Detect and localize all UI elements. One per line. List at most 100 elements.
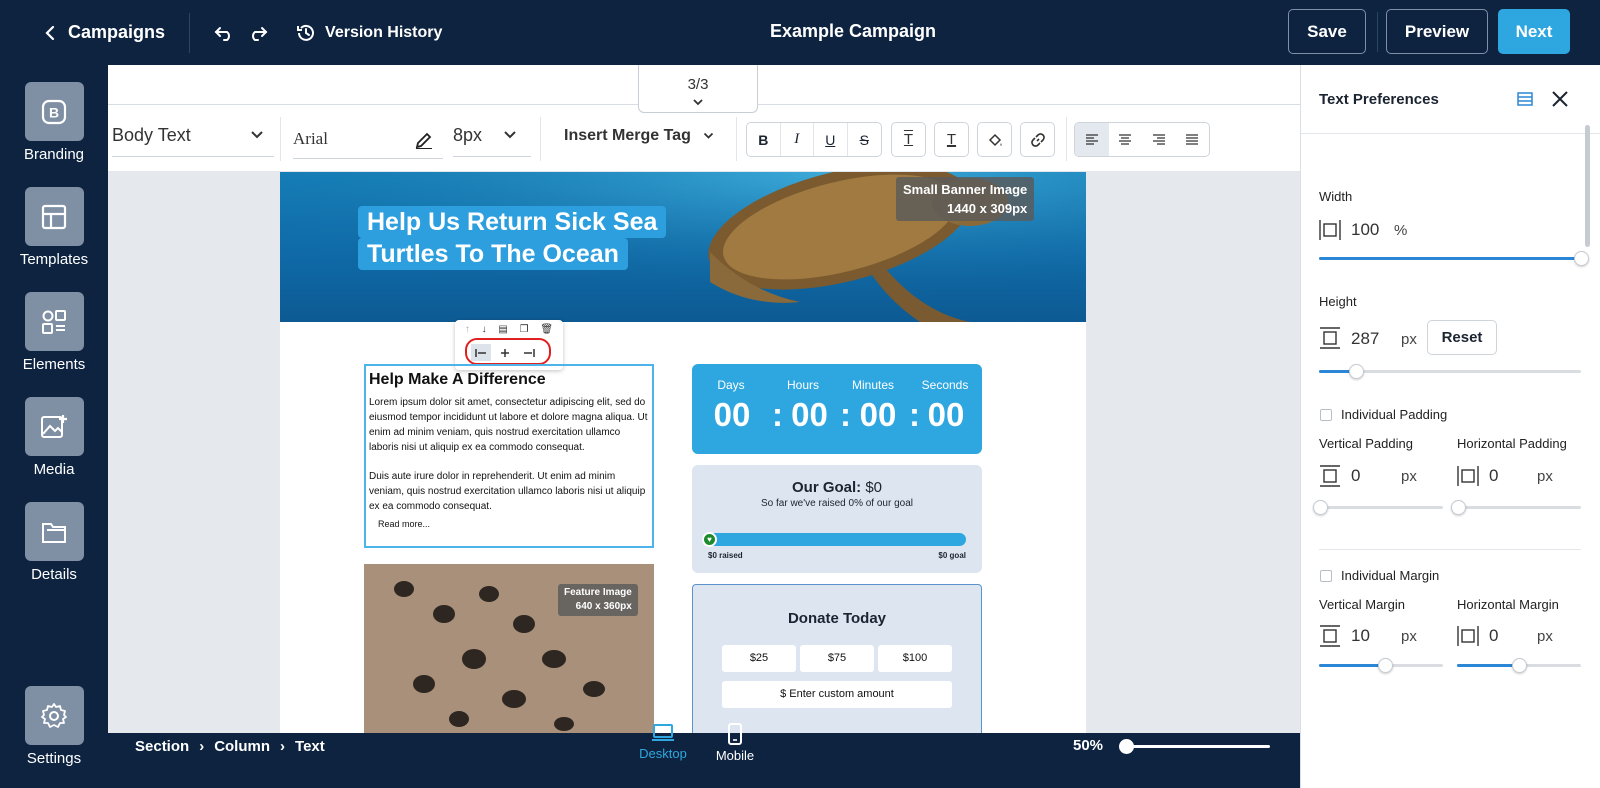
width-unit: % (1394, 222, 1408, 239)
save-button[interactable]: Save (1288, 9, 1366, 54)
donate-amount-button[interactable]: $25 (722, 645, 796, 672)
align-right-icon (1152, 133, 1165, 145)
next-button[interactable]: Next (1498, 9, 1570, 54)
text-block-heading: Help Make A Difference (369, 371, 546, 388)
read-more-link[interactable]: Read more... (369, 517, 649, 532)
individual-padding-checkbox[interactable] (1320, 409, 1332, 421)
breadcrumb-section[interactable]: Section (135, 733, 189, 763)
strikethrough-button[interactable]: S (848, 123, 881, 156)
preview-button[interactable]: Preview (1386, 9, 1488, 54)
slider-knob[interactable] (1512, 658, 1527, 673)
sidebar-item-details[interactable]: Details (0, 502, 108, 583)
selected-text-block[interactable]: Help Make A Difference Lorem ipsum dolor… (364, 364, 654, 548)
close-icon[interactable] (1551, 90, 1569, 108)
vertical-padding-label: Vertical Padding (1319, 436, 1413, 451)
align-left-button[interactable] (1075, 123, 1109, 156)
slider-knob[interactable] (1574, 251, 1589, 266)
donate-amount-button[interactable]: $75 (800, 645, 874, 672)
height-slider[interactable] (1319, 364, 1581, 379)
vertical-padding-slider[interactable] (1313, 500, 1443, 515)
italic-button[interactable]: I (781, 123, 814, 156)
gear-icon (24, 686, 84, 745)
block-align-left-button[interactable] (471, 344, 491, 361)
back-to-campaigns-button[interactable]: Campaigns (44, 22, 165, 43)
mobile-view-button[interactable]: Mobile (708, 723, 762, 763)
font-select[interactable]: Arial (293, 129, 443, 159)
slider-knob[interactable] (1348, 364, 1364, 379)
width-slider[interactable] (1319, 251, 1589, 266)
insert-merge-tag-button[interactable]: Insert Merge Tag (564, 127, 714, 145)
slider-knob[interactable] (1377, 658, 1393, 673)
divider (1066, 117, 1067, 161)
individual-margin-checkbox[interactable] (1320, 570, 1332, 582)
version-history-button[interactable]: Version History (296, 23, 442, 43)
sidebar-item-branding[interactable]: B Branding (0, 82, 108, 163)
goal-title: Our Goal: $0 (692, 479, 982, 496)
chevron-down-icon (251, 131, 263, 139)
width-input[interactable]: 100 (1351, 220, 1379, 240)
block-align-center-button[interactable] (495, 344, 515, 361)
zoom-slider[interactable] (1119, 739, 1270, 754)
back-label: Campaigns (68, 22, 166, 42)
align-justify-button[interactable] (1176, 123, 1210, 156)
move-down-icon[interactable]: ↓ (482, 324, 487, 335)
horizontal-padding-input[interactable]: 0 (1489, 466, 1498, 486)
slider-knob[interactable] (1313, 500, 1328, 515)
divider (1319, 549, 1581, 550)
vertical-margin-slider[interactable] (1319, 658, 1443, 673)
sidebar-item-settings[interactable]: Settings (0, 686, 108, 767)
sidebar-item-templates[interactable]: Templates (0, 187, 108, 268)
duplicate-icon[interactable]: ❐ (520, 324, 529, 335)
text-color-button[interactable]: T (934, 122, 969, 157)
custom-amount-input[interactable]: $ Enter custom amount (722, 681, 952, 708)
divider (189, 12, 191, 53)
layout-toggle-icon[interactable] (1517, 92, 1533, 106)
breadcrumb-text[interactable]: Text (295, 733, 325, 763)
mobile-label: Mobile (715, 748, 755, 763)
move-up-icon[interactable]: ↑ (465, 324, 470, 335)
highlight-button[interactable] (977, 122, 1012, 157)
undo-icon[interactable] (214, 24, 234, 42)
align-right-button[interactable] (1142, 123, 1176, 156)
vertical-padding-input[interactable]: 0 (1351, 466, 1360, 486)
text-overline-button[interactable]: T (891, 122, 926, 157)
donate-amount-button[interactable]: $100 (878, 645, 952, 672)
slider-knob[interactable] (1451, 500, 1466, 515)
horizontal-padding-slider[interactable] (1451, 500, 1581, 515)
block-align-right-button[interactable] (519, 344, 539, 361)
layout-icon[interactable]: ▤ (498, 324, 507, 335)
reset-height-button[interactable]: Reset (1427, 320, 1497, 355)
donate-block[interactable]: Donate Today $25 $75 $100 $ Enter custom… (692, 584, 982, 733)
sidebar-item-media[interactable]: Media (0, 397, 108, 478)
timer-hours-value: 00 (791, 396, 828, 433)
page-indicator[interactable]: 3/3 (638, 65, 758, 113)
font-size-select[interactable]: 8px (453, 125, 531, 157)
zoom-slider-knob[interactable] (1119, 739, 1134, 754)
horizontal-margin-slider[interactable] (1457, 658, 1581, 673)
horizontal-margin-input[interactable]: 0 (1489, 626, 1498, 646)
breadcrumb-column[interactable]: Column (214, 733, 270, 763)
individual-padding-label: Individual Padding (1341, 407, 1448, 422)
desktop-view-button[interactable]: Desktop (636, 723, 690, 761)
align-center-button[interactable] (1109, 123, 1143, 156)
height-input[interactable]: 287 (1351, 329, 1379, 349)
underline-button[interactable]: U (814, 123, 848, 156)
headline-line-1: Help Us Return Sick Sea (358, 206, 667, 238)
headline-line-2: Turtles To The Ocean (358, 238, 628, 270)
bold-button[interactable]: B (747, 123, 781, 156)
banner-image[interactable]: Help Us Return Sick Sea Turtles To The O… (280, 172, 1086, 322)
sidebar-item-elements[interactable]: Elements (0, 292, 108, 373)
trash-icon[interactable]: 🗑 (540, 324, 553, 335)
link-button[interactable] (1020, 122, 1055, 157)
feature-image[interactable]: Feature Image 640 x 360px (364, 564, 654, 733)
align-block-left-icon (475, 348, 486, 357)
text-style-select[interactable]: Body Text (112, 125, 274, 157)
divider (540, 117, 541, 161)
svg-text:B: B (49, 104, 59, 120)
vertical-margin-input[interactable]: 10 (1351, 626, 1370, 646)
goal-target-label: $0 goal (938, 551, 966, 560)
fundraising-goal-block[interactable]: Our Goal: $0 So far we've raised 0% of o… (692, 465, 982, 573)
panel-scrollbar[interactable] (1585, 125, 1590, 247)
countdown-timer-block[interactable]: Days Hours Minutes Seconds 00 : 00 : 00 … (692, 364, 982, 454)
redo-icon[interactable] (248, 24, 268, 42)
